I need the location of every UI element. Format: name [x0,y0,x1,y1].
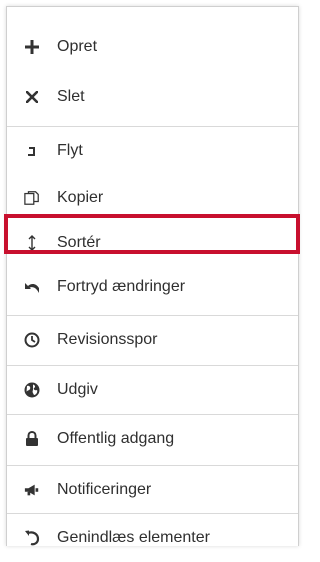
menu-item-sorter[interactable]: Sortér [7,219,298,267]
menu-item-label: Offentlig adgang [57,430,175,447]
lock-icon [24,431,40,447]
reload-icon [24,530,40,546]
clock-icon [24,332,40,348]
menu-item-label: Revisionsspor [57,331,158,348]
globe-icon [24,382,40,398]
plus-icon [24,39,40,55]
menu-item-label: Sortér [57,234,101,251]
megaphone-icon [24,482,40,498]
menu-item-fortryd[interactable]: Fortryd ændringer [7,263,298,311]
menu-item-notificeringer[interactable]: Notificeringer [7,466,298,514]
sort-icon [24,235,40,251]
menu-item-kopier[interactable]: Kopier [7,174,298,222]
menu-item-offentlig-adgang[interactable]: Offentlig adgang [7,415,298,463]
move-icon [24,143,40,159]
menu-item-flyt[interactable]: Flyt [7,127,298,175]
menu-item-label: Flyt [57,142,83,159]
menu-item-label: Genindlæs elementer [57,529,210,546]
menu-item-label: Opret [57,38,98,55]
menu-item-udgiv[interactable]: Udgiv [7,366,298,414]
menu-item-revisionsspor[interactable]: Revisionsspor [7,316,298,364]
copy-icon [24,190,40,206]
menu-item-label: Notificeringer [57,481,152,498]
menu-item-label: Kopier [57,189,104,206]
menu-item-slet[interactable]: Slet [7,73,298,121]
context-menu: Opret Slet Flyt Kopier Sortér Fortryd æn… [6,6,299,546]
close-icon [24,89,40,105]
menu-item-label: Udgiv [57,381,98,398]
menu-item-label: Slet [57,88,85,105]
menu-item-opret[interactable]: Opret [7,23,298,71]
menu-item-label: Fortryd ændringer [57,278,186,295]
menu-item-genindlaes[interactable]: Genindlæs elementer [7,514,298,562]
undo-icon [24,279,40,295]
